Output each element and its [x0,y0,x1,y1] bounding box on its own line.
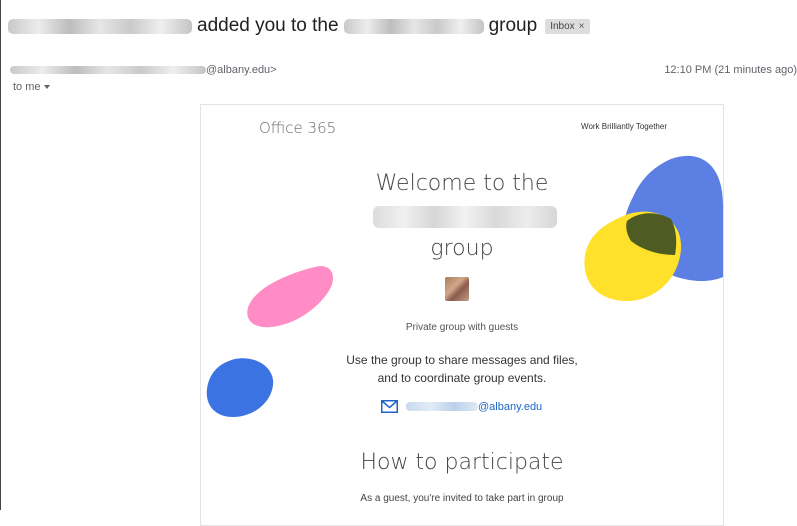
to-me-label: to me [13,81,41,93]
inbox-label-badge: Inbox × [545,18,590,34]
sender-email-suffix: @albany.edu> [206,64,277,76]
redacted-group-name [343,18,484,34]
how-to-participate-heading: How to participate [360,450,564,475]
group-description-line2: and to coordinate group events. [377,371,547,385]
subject-text-b: group [488,15,538,36]
decorative-shapes-right [584,155,723,301]
inbox-label-text: Inbox [550,20,575,32]
brand-tagline: Work Brilliantly Together [581,122,667,131]
pink-blob [247,266,334,328]
envelope-icon [381,400,398,413]
sender-info: @albany.edu> [10,64,277,76]
subject-text-a: added you to the [197,15,339,36]
group-description-line1: Use the group to share messages and file… [346,353,578,367]
guest-invite-text: As a guest, you're invited to take part … [360,493,564,504]
group-privacy-label: Private group with guests [405,322,519,333]
group-avatar [445,277,469,301]
group-email-link[interactable]: @albany.edu [381,400,542,413]
welcome-heading-line1: Welcome to the [375,171,549,196]
remove-label-icon[interactable]: × [579,21,585,32]
caret-down-icon [43,85,50,89]
welcome-heading-line3: group [430,236,494,261]
office365-brand: Office 365 [259,119,337,137]
email-timestamp: 12:10 PM (21 minutes ago) [664,64,797,76]
redacted-sender-address [10,66,206,74]
group-email-suffix: @albany.edu [478,400,543,413]
left-border [0,0,1,510]
email-body-card: Office 365 Work Brilliantly Together Wel… [200,104,724,526]
redacted-sender-name [8,18,192,34]
recipient-details-toggle[interactable]: to me [13,81,50,93]
redacted-group-title [373,206,557,228]
email-subject: added you to the group Inbox × [8,14,590,38]
redacted-group-email [406,402,478,411]
